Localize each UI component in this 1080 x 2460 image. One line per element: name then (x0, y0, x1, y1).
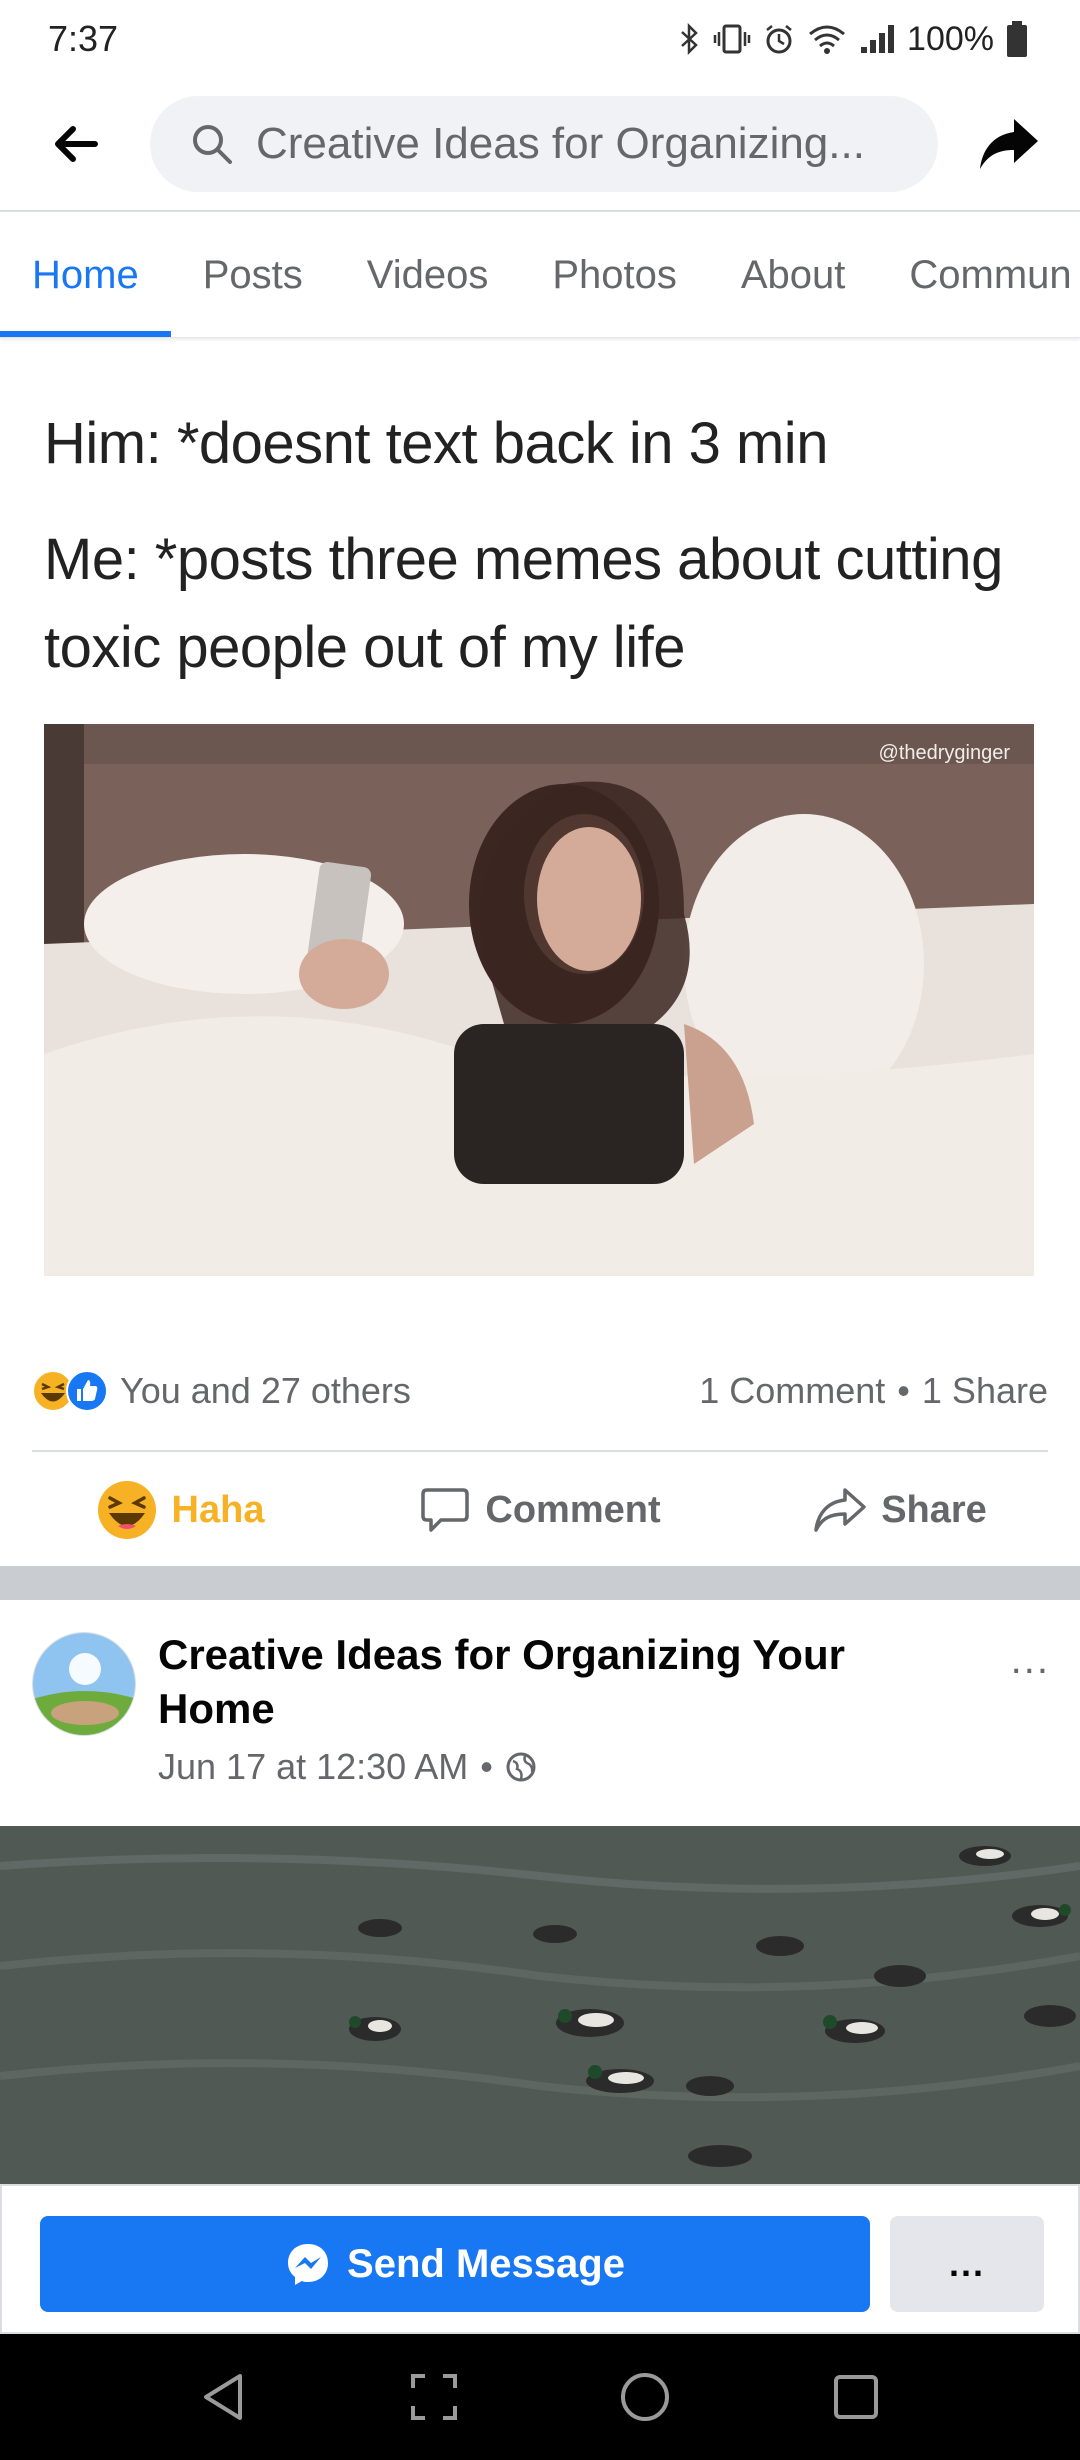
share-count: 1 Share (921, 1370, 1048, 1411)
post-image[interactable] (0, 1826, 1080, 2186)
nav-home-icon[interactable] (619, 2371, 671, 2423)
like-icon (66, 1370, 108, 1412)
engagement-separator: • (897, 1370, 910, 1411)
post-header: Creative Ideas for Organizing Your Home … (0, 1600, 1080, 1826)
share-label: Share (881, 1488, 987, 1531)
search-bar[interactable]: Creative Ideas for Organizing... (150, 96, 938, 192)
back-button[interactable] (0, 77, 150, 211)
meme-photo: @thedryginger (44, 724, 1034, 1276)
meme-photo-illustration (44, 724, 1034, 1276)
tab-posts[interactable]: Posts (171, 214, 335, 337)
nav-overview-icon[interactable] (832, 2373, 880, 2421)
meme-text-line-3: toxic people out of my life (44, 615, 685, 680)
haha-label: Haha (171, 1488, 265, 1531)
more-options-button[interactable]: ... (890, 2216, 1044, 2312)
globe-icon (506, 1752, 536, 1782)
status-bar: 7:37 100% (0, 0, 1080, 78)
comment-icon (421, 1488, 470, 1532)
page-tabs: Home Posts Videos Photos About Commun (0, 214, 1080, 338)
avatar-image (33, 1633, 135, 1735)
send-message-button[interactable]: Send Message (40, 2216, 870, 2312)
tab-videos[interactable]: Videos (335, 214, 521, 337)
bluetooth-icon (681, 23, 698, 55)
battery-percent: 100% (907, 19, 994, 58)
comment-count: 1 Comment (699, 1370, 886, 1411)
page-name[interactable]: Creative Ideas for Organizing Your Home (158, 1628, 938, 1736)
post-actions: Haha Comment Share (0, 1460, 1080, 1560)
comment-button[interactable]: Comment (360, 1460, 720, 1560)
tab-community[interactable]: Commun (877, 214, 1080, 337)
reactions-count: You and 27 others (120, 1370, 411, 1411)
post-timestamp[interactable]: Jun 17 at 12:30 AM (158, 1746, 468, 1788)
message-bar: Send Message ... (0, 2184, 1080, 2334)
ducks-illustration (0, 1826, 1080, 2186)
comment-label: Comment (485, 1488, 661, 1531)
share-arrow-icon (980, 119, 1038, 169)
messenger-icon (288, 2244, 329, 2285)
back-arrow-icon (55, 126, 98, 162)
reactions-summary[interactable]: You and 27 others (32, 1370, 411, 1412)
battery-icon (1007, 21, 1027, 57)
tab-photos[interactable]: Photos (520, 214, 709, 337)
status-icons: 100% (679, 20, 1028, 59)
share-icon (814, 1488, 866, 1532)
status-time: 7:37 (48, 18, 119, 59)
reaction-emojis (32, 1370, 108, 1412)
vibrate-icon (713, 24, 751, 54)
wifi-icon (809, 25, 845, 54)
meta-separator: • (480, 1746, 493, 1787)
top-bar: Creative Ideas for Organizing... (0, 78, 1080, 212)
haha-emoji-icon (97, 1481, 156, 1539)
meme-text-line-1: Him: *doesnt text back in 3 min (44, 411, 828, 476)
meme-post-image[interactable]: Him: *doesnt text back in 3 min Me: *pos… (0, 338, 1080, 1318)
tab-home[interactable]: Home (0, 214, 171, 337)
post-options-button[interactable]: ... (1011, 1638, 1050, 1683)
search-icon (193, 125, 232, 164)
search-text: Creative Ideas for Organizing... (256, 119, 865, 168)
tab-about[interactable]: About (709, 214, 878, 337)
nav-back-icon[interactable] (200, 2372, 248, 2422)
alarm-icon (766, 25, 792, 54)
share-page-button[interactable] (938, 77, 1080, 211)
share-button[interactable]: Share (720, 1460, 1080, 1560)
haha-button[interactable]: Haha (0, 1460, 360, 1560)
post-meta: Jun 17 at 12:30 AM • (158, 1746, 537, 1788)
navigation-bar (0, 2334, 1080, 2460)
signal-icon (861, 25, 895, 53)
divider (32, 1450, 1048, 1452)
page-avatar[interactable] (32, 1632, 136, 1736)
meme-text-line-2: Me: *posts three memes about cutting (44, 527, 1003, 592)
nav-recents-icon[interactable] (409, 2372, 459, 2422)
send-message-label: Send Message (347, 2241, 625, 2286)
engagement-counts[interactable]: 1 Comment • 1 Share (699, 1370, 1048, 1412)
cut-off-text (176, 338, 536, 352)
photo-watermark: @thedryginger (878, 742, 1010, 764)
reactions-row: You and 27 others 1 Comment • 1 Share (32, 1352, 1048, 1430)
feed-separator (0, 1566, 1080, 1600)
